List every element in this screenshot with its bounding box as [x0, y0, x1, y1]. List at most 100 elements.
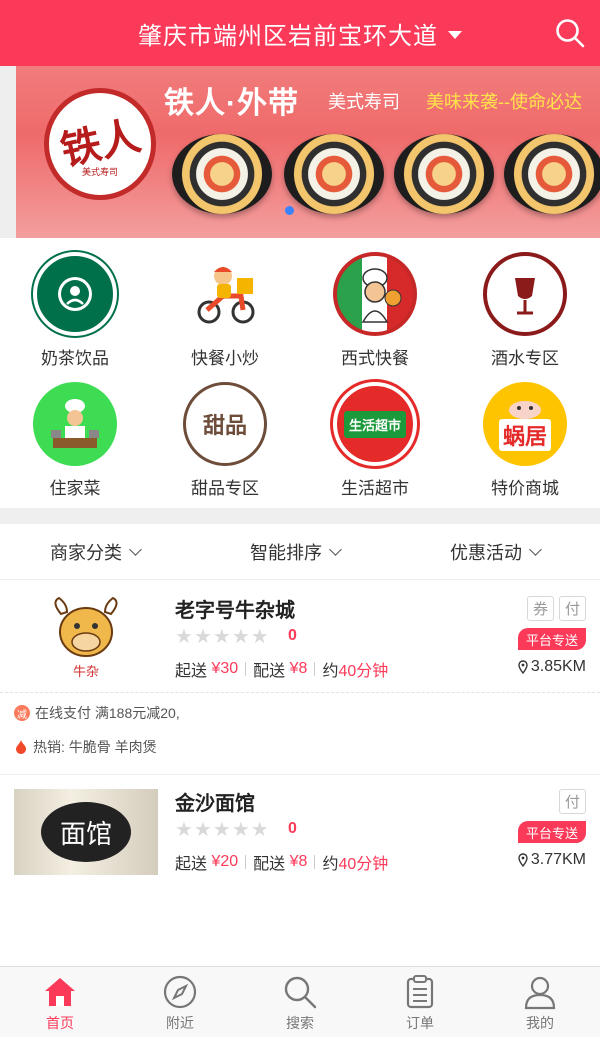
star-icon: ★ [212, 819, 231, 841]
tieren-logo: 铁人 美式寿司 [44, 88, 156, 200]
category-label: 快餐小炒 [191, 349, 259, 368]
category-item[interactable]: 生活超市 生活超市 [300, 370, 450, 500]
divider [245, 855, 247, 869]
top-header: 肇庆市端州区岩前宝环大道 [0, 0, 600, 66]
category-item[interactable]: 住家菜 [0, 370, 150, 500]
category-label: 生活超市 [341, 479, 409, 498]
dessert-logo-icon: 甜品 [183, 382, 267, 466]
hot-items-text: 热销: 牛脆骨 羊肉煲 [33, 739, 157, 755]
divider [314, 662, 316, 676]
category-item[interactable]: 西式快餐 [300, 240, 450, 370]
star-rating: ★ ★ ★ ★ ★ [175, 624, 270, 649]
category-item[interactable]: 酒水专区 [450, 240, 600, 370]
platform-delivery-badge: 平台专送 [517, 628, 586, 650]
filter-promotion[interactable]: 优惠活动 [450, 524, 542, 580]
bottom-tab-bar: 首页 附近 搜索 订单 我的 [0, 966, 600, 1037]
delivery-fee-label: 配送 [253, 856, 286, 873]
category-item[interactable]: 蜗居 特价商城 [450, 370, 600, 500]
category-label: 西式快餐 [341, 349, 409, 368]
search-icon[interactable] [554, 17, 586, 49]
tab-orders[interactable]: 订单 [360, 967, 480, 1037]
dessert-logo-text: 甜品 [202, 413, 247, 438]
platform-delivery-badge: 平台专送 [517, 821, 586, 843]
tab-search[interactable]: 搜索 [240, 967, 360, 1037]
star-icon: ★ [193, 819, 212, 841]
snail-face-icon [509, 401, 541, 419]
snail-house-icon: 蜗居 [483, 382, 567, 466]
sushi-platter-image [504, 134, 600, 214]
carousel-dot-active[interactable] [285, 206, 294, 215]
wine-glass-icon [483, 252, 567, 336]
filter-sort[interactable]: 智能排序 [250, 524, 342, 580]
category-item[interactable]: 奶茶饮品 [0, 240, 150, 370]
delivery-fee-label: 配送 [253, 663, 286, 680]
coupon-tag: 券 [527, 596, 554, 621]
tab-label: 订单 [406, 1015, 434, 1031]
starbucks-logo-icon [33, 252, 117, 336]
filter-promotion-label: 优惠活动 [450, 543, 522, 563]
time-prefix: 约 [322, 663, 339, 680]
tab-profile[interactable]: 我的 [480, 967, 600, 1037]
store-card[interactable]: 面馆 金沙面馆 ★ ★ ★ ★ ★ 0 起送 ¥20 配送 ¥8 约 40分钟 付… [0, 775, 600, 895]
star-icon: ★ [231, 819, 250, 841]
star-icon: ★ [250, 819, 269, 841]
time-prefix: 约 [322, 856, 339, 873]
store-promo: 减 在线支付 满188元减20, [14, 703, 180, 723]
search-icon [284, 976, 317, 1009]
clipboard-icon [406, 975, 434, 1009]
app-root: 肇庆市端州区岩前宝环大道 铁人 美式寿司 铁人·外带 美式寿司 美味来袭--使命… [0, 0, 600, 1037]
tab-home[interactable]: 首页 [0, 967, 120, 1037]
section-divider [0, 508, 600, 524]
delivery-time: 40分钟 [338, 856, 389, 873]
tab-nearby[interactable]: 附近 [120, 967, 240, 1037]
distance-value: 3.77KM [530, 851, 586, 868]
store-meta: 起送 ¥30 配送 ¥8 约 40分钟 [175, 657, 388, 681]
user-icon [524, 976, 556, 1010]
supermarket-logo-text: 生活超市 [343, 410, 406, 438]
distance-value: 3.85KM [530, 658, 586, 675]
store-logo-text: 面馆 [41, 802, 131, 862]
delivery-time: 40分钟 [338, 663, 389, 680]
category-label: 住家菜 [49, 479, 101, 498]
min-order-label: 起送 [175, 663, 208, 680]
filter-category-label: 商家分类 [50, 543, 122, 563]
banner-slogan: 美味来袭--使命必达 [426, 92, 582, 112]
min-order-label: 起送 [175, 856, 208, 873]
discount-icon: 减 [14, 705, 30, 721]
online-pay-tag: 付 [559, 596, 586, 621]
category-label: 特价商城 [491, 479, 559, 498]
compass-icon [163, 975, 197, 1009]
store-card[interactable]: 牛杂 老字号牛杂城 ★ ★ ★ ★ ★ 0 起送 ¥30 配送 ¥8 约 40分钟… [0, 582, 600, 774]
store-logo-text: 牛杂 [73, 665, 99, 680]
location-selector[interactable]: 肇庆市端州区岩前宝环大道 [138, 16, 462, 51]
star-icon: ★ [212, 626, 231, 648]
delivery-rider-icon [183, 252, 267, 336]
logo-text: 铁人 [56, 111, 145, 175]
rating-score: 0 [288, 627, 297, 644]
sushi-platter-image [394, 134, 494, 214]
store-distance: 3.77KM [518, 851, 586, 869]
category-grid: 奶茶饮品 快餐小炒 西式快餐 酒水专区 住家菜 甜品 甜品专区 生活超市 生活超… [0, 240, 600, 508]
filter-sort-label: 智能排序 [250, 543, 322, 563]
promo-text: 在线支付 满188元减20, [35, 705, 180, 721]
online-pay-tag: 付 [559, 789, 586, 814]
category-item[interactable]: 快餐小炒 [150, 240, 300, 370]
star-icon: ★ [175, 819, 193, 841]
category-item[interactable]: 甜品 甜品专区 [150, 370, 300, 500]
location-label: 肇庆市端州区岩前宝环大道 [138, 22, 438, 50]
sushi-platter-image [172, 134, 272, 214]
home-icon [45, 978, 75, 1006]
sushi-platter-image [284, 134, 384, 214]
chevron-down-icon [129, 543, 142, 556]
promo-banner[interactable]: 铁人 美式寿司 铁人·外带 美式寿司 美味来袭--使命必达 [16, 66, 600, 238]
delivery-fee-value: ¥8 [289, 853, 308, 870]
tab-label: 搜索 [286, 1015, 314, 1031]
caret-down-icon [448, 30, 462, 39]
snail-logo-text: 蜗居 [498, 419, 551, 451]
filter-category[interactable]: 商家分类 [50, 524, 142, 580]
divider [314, 855, 316, 869]
chevron-down-icon [329, 543, 342, 556]
min-order-value: ¥30 [211, 660, 239, 677]
tab-label: 首页 [46, 1015, 74, 1031]
star-icon: ★ [250, 626, 269, 648]
